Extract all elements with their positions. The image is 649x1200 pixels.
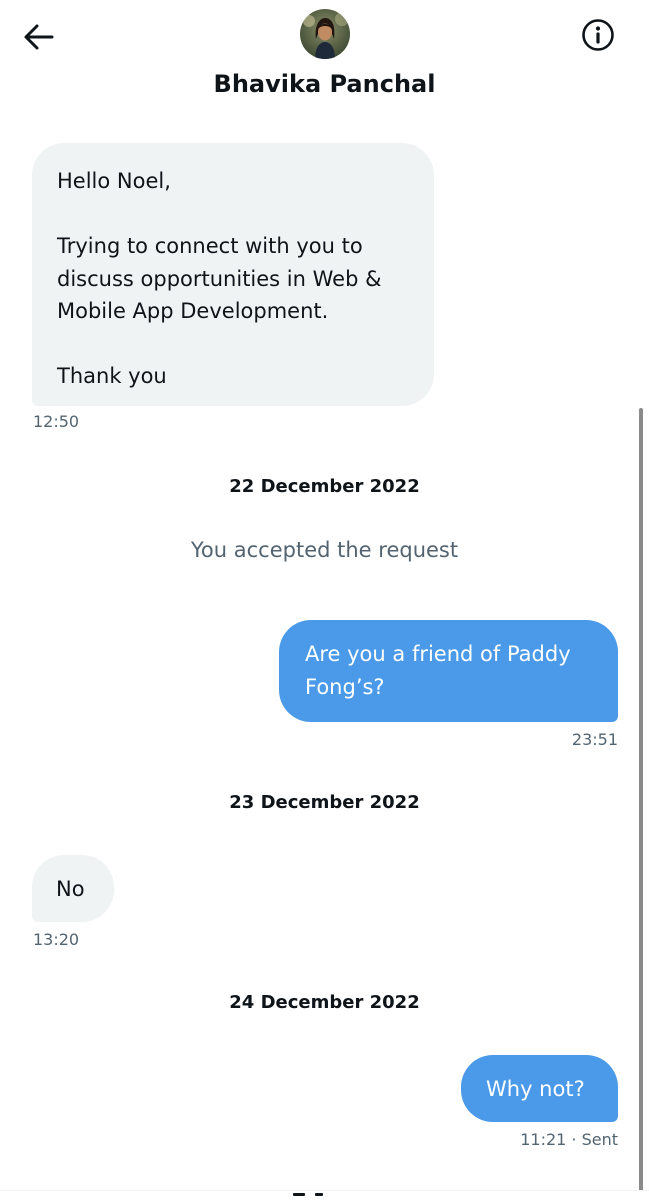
- info-button[interactable]: [580, 17, 616, 53]
- arrow-left-icon: [24, 24, 54, 50]
- scrollbar[interactable]: [639, 408, 643, 1200]
- system-note: You accepted the request: [190, 538, 459, 562]
- message-timestamp: 11:21: [520, 1130, 567, 1149]
- message-timestamp: 12:50: [33, 412, 80, 431]
- cut-off-content: [291, 1193, 331, 1197]
- back-button[interactable]: [22, 20, 56, 54]
- message-text: Are you a friend of Paddy: [305, 642, 571, 666]
- message-text: Trying to connect with you to: [57, 234, 363, 258]
- date-separator: 24 December 2022: [229, 992, 420, 1013]
- message-bubble-sent[interactable]: Why not?: [461, 1055, 618, 1122]
- date-separator: 23 December 2022: [229, 792, 420, 813]
- contact-name[interactable]: Bhavika Panchal: [0, 70, 649, 98]
- message-text: Why not?: [486, 1077, 585, 1101]
- message-bubble-sent[interactable]: Are you a friend of Paddy Fong’s?: [279, 620, 618, 722]
- message-text: Mobile App Development.: [57, 299, 329, 323]
- profile-photo: [300, 9, 350, 59]
- message-bubble-received[interactable]: Hello Noel, Trying to connect with you t…: [32, 143, 434, 406]
- message-text: Thank you: [57, 364, 167, 388]
- dm-conversation-screen: Bhavika Panchal Hello Noel, Trying to co…: [0, 0, 649, 1200]
- message-status: · Sent: [571, 1130, 618, 1149]
- avatar[interactable]: [300, 9, 350, 59]
- date-separator: 22 December 2022: [229, 476, 420, 497]
- message-timestamp: 13:20: [33, 930, 80, 949]
- message-text: No: [56, 877, 85, 901]
- message-timestamp-row: 11:21 · Sent: [470, 1130, 618, 1149]
- info-circle-icon: [582, 19, 614, 51]
- message-text: discuss opportunities in Web &: [57, 266, 382, 291]
- message-text: Hello Noel,: [57, 169, 171, 193]
- conversation-header: Bhavika Panchal: [0, 0, 649, 112]
- message-timestamp: 23:51: [571, 730, 618, 749]
- message-text: Fong’s?: [305, 674, 385, 699]
- message-bubble-received[interactable]: No: [32, 855, 114, 922]
